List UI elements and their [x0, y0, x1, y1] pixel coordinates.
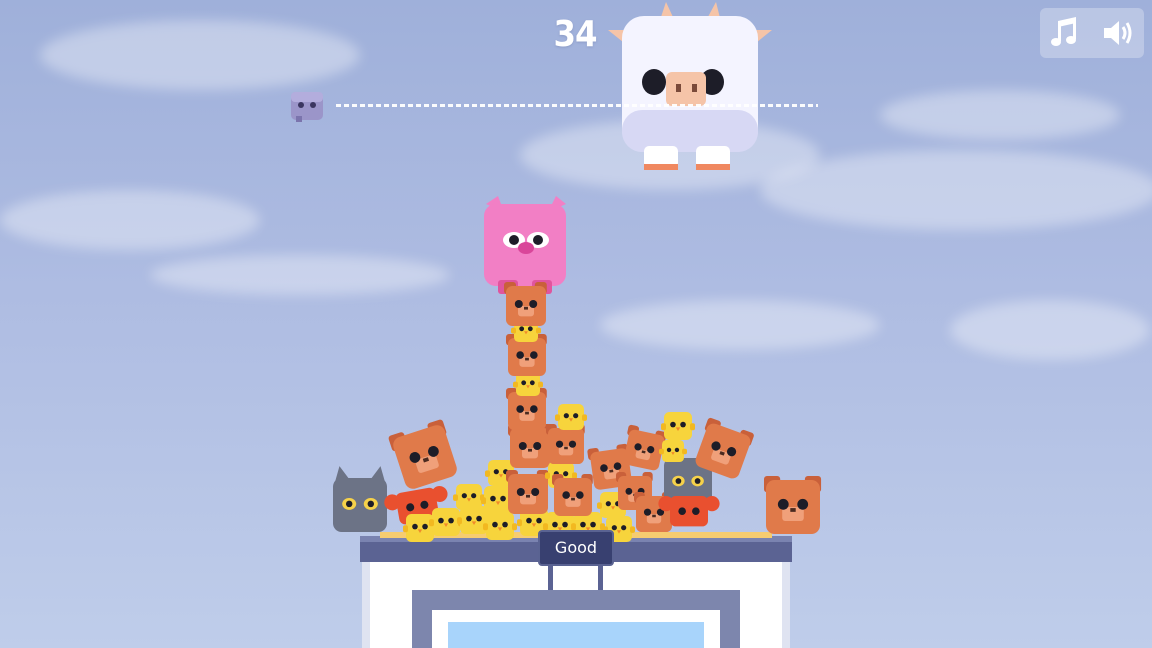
bear-block [506, 470, 549, 514]
chick-block [483, 512, 517, 540]
chick-block [659, 440, 687, 462]
placement-feedback-badge: Good [538, 530, 614, 566]
sound-toggle-button[interactable] [1092, 8, 1144, 58]
audio-controls [1040, 8, 1144, 58]
bear-block [552, 474, 593, 516]
music-note-icon [1051, 17, 1076, 46]
bear-block [623, 424, 667, 471]
cat-block [333, 466, 387, 532]
chick-block [453, 484, 485, 510]
chick-block [555, 404, 587, 430]
music-toggle-button[interactable] [1040, 8, 1092, 58]
speaker-icon [1104, 21, 1132, 45]
bear-block [764, 476, 822, 534]
score-counter: 34 [553, 14, 597, 55]
bear-block [504, 282, 547, 326]
chick-block [661, 412, 695, 440]
chick-block [403, 514, 437, 542]
bear-block [508, 424, 551, 468]
bear-block [388, 419, 457, 489]
drop-guide-line [336, 104, 818, 107]
